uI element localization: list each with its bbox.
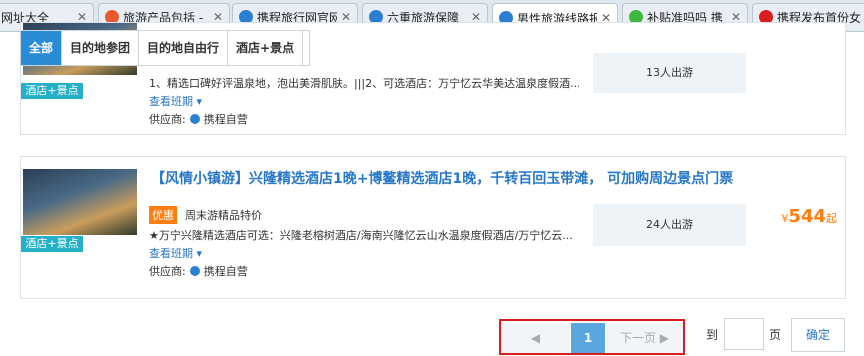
tab-hotel-attraction[interactable]: 酒店+景点 <box>228 31 304 65</box>
price[interactable]: ¥544起 <box>781 206 837 227</box>
tab-independent-travel[interactable]: 目的地自由行 <box>139 31 229 65</box>
goto-label: 到 <box>706 328 719 342</box>
view-schedule-link[interactable]: 查看班期 ▾ <box>149 93 202 109</box>
product-filter-tabs: 全部 目的地参团 目的地自由行 酒店+景点 <box>20 30 310 66</box>
product-card: 酒店+景点 【风情小镇游】兴隆精选酒店1晚+博鳌精选酒店1晚，千转百回玉带滩， … <box>20 156 846 299</box>
ctrip-icon <box>189 266 200 276</box>
promo-text: 周末游精品特价 <box>185 209 262 222</box>
ctrip-icon <box>189 114 200 124</box>
supplier-name: 携程自营 <box>203 265 248 278</box>
supplier-label: 供应商: <box>149 113 186 126</box>
confirm-button[interactable]: 确定 <box>791 318 845 352</box>
caret-down-icon: ▾ <box>196 95 203 108</box>
product-thumbnail[interactable] <box>23 169 137 235</box>
price-suffix: 起 <box>826 212 837 225</box>
prev-page-button[interactable]: ◀ <box>501 323 570 353</box>
view-schedule-label: 查看班期 <box>149 247 193 260</box>
page-number-input[interactable] <box>724 318 764 350</box>
view-schedule-link[interactable]: 查看班期 ▾ <box>149 245 202 261</box>
category-badge: 酒店+景点 <box>21 236 83 252</box>
next-page-button[interactable]: 下一页 ▶ <box>606 323 683 353</box>
pagination-highlight: ◀ 1 下一页 ▶ <box>499 319 685 355</box>
product-title[interactable]: 【风情小镇游】兴隆精选酒店1晚+博鳌精选酒店1晚，千转百回玉带滩， 可加购周边景… <box>151 168 733 188</box>
supplier-name: 携程自营 <box>203 113 248 126</box>
product-description: ★万宁兴隆精选酒店可选：兴隆老榕树酒店/海南兴隆忆云山水温泉度假酒店/万宁忆云.… <box>149 229 573 242</box>
travelers-count: 24人出游 <box>593 204 746 246</box>
page-1-button[interactable]: 1 <box>571 323 605 353</box>
supplier-info: 供应商: 携程自营 <box>149 263 248 279</box>
tab-all[interactable]: 全部 <box>21 31 63 65</box>
category-badge: 酒店+景点 <box>21 83 83 99</box>
promo-badge: 优惠 <box>149 206 177 224</box>
supplier-label: 供应商: <box>149 265 186 278</box>
travelers-count: 13人出游 <box>593 53 746 93</box>
product-description: 1、精选口碑好评温泉地，泡出美滑肌肤。|||2、可选酒店：万宁忆云华美达温泉度假… <box>149 77 579 90</box>
caret-down-icon: ▾ <box>196 247 203 260</box>
page-unit-label: 页 <box>769 328 782 342</box>
price-value: 544 <box>788 206 826 227</box>
tab-group-tour[interactable]: 目的地参团 <box>62 31 140 65</box>
supplier-info: 供应商: 携程自营 <box>149 111 248 127</box>
promo-row: 优惠 周末游精品特价 <box>149 206 262 224</box>
view-schedule-label: 查看班期 <box>149 95 193 108</box>
